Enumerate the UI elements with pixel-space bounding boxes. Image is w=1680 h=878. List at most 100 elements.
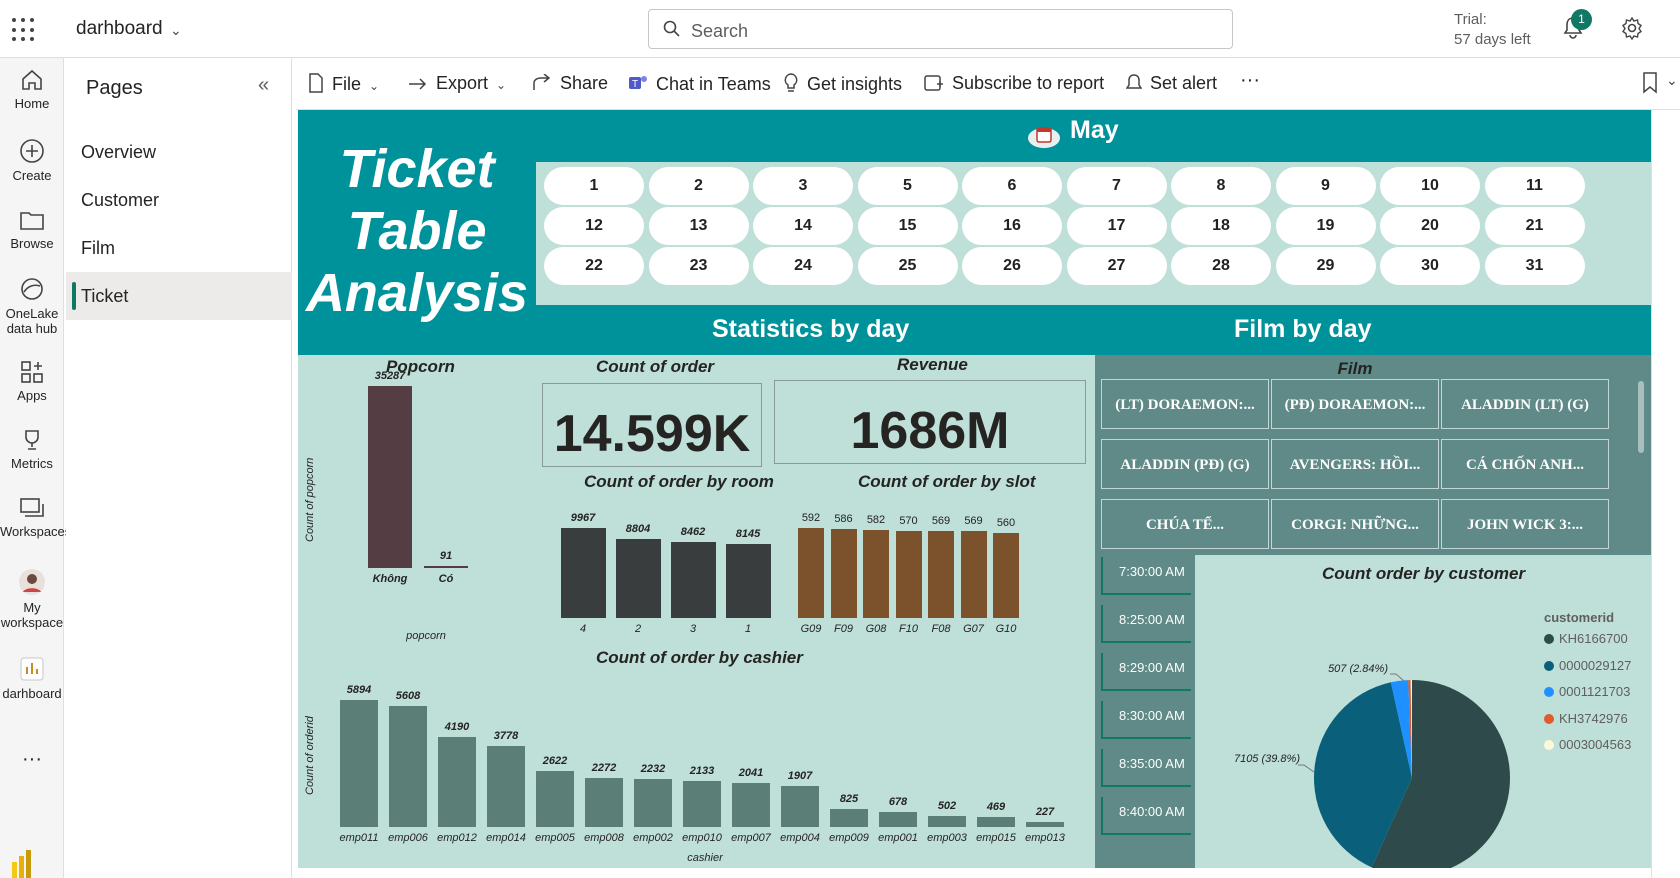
gear-icon[interactable]	[1620, 16, 1644, 40]
slot-bar[interactable]	[830, 528, 857, 618]
subscribe-button[interactable]: Subscribe to report	[924, 73, 1104, 94]
film-option[interactable]: (PĐ) DORAEMON:...	[1271, 379, 1439, 429]
legend-item[interactable]: 0003004563	[1544, 737, 1631, 752]
nav-darhboard[interactable]: darhboard	[0, 656, 64, 701]
day-8[interactable]: 8	[1171, 167, 1271, 205]
legend-item[interactable]: 0001121703	[1544, 684, 1630, 699]
export-menu[interactable]: Export ⌄	[408, 73, 506, 94]
legend-item[interactable]: KH3742976	[1544, 711, 1628, 726]
day-1[interactable]: 1	[544, 167, 644, 205]
day-15[interactable]: 15	[857, 207, 958, 245]
app-launcher-icon[interactable]	[12, 18, 36, 42]
film-option[interactable]: JOHN WICK 3:...	[1441, 499, 1609, 549]
day-22[interactable]: 22	[544, 247, 644, 285]
popcorn-bar[interactable]	[368, 386, 412, 568]
cashier-bar[interactable]	[634, 778, 672, 827]
room-bar[interactable]	[670, 541, 716, 618]
day-27[interactable]: 27	[1066, 247, 1167, 285]
room-bar[interactable]	[560, 528, 606, 618]
film-option[interactable]: CHÚA TỂ...	[1101, 499, 1269, 549]
chevron-down-icon[interactable]: ⌄	[1666, 72, 1678, 89]
film-option[interactable]: CÁ CHỐN ANH...	[1441, 439, 1609, 489]
day-2[interactable]: 2	[648, 167, 749, 205]
nav-browse[interactable]: Browse	[0, 208, 64, 251]
legend-item[interactable]: KH6166700	[1544, 631, 1628, 646]
more-icon[interactable]: ···	[0, 748, 64, 771]
day-23[interactable]: 23	[648, 247, 749, 285]
film-slicer-scrollbar[interactable]	[1638, 381, 1644, 453]
day-6[interactable]: 6	[962, 167, 1062, 205]
search-input[interactable]: Search	[648, 9, 1233, 49]
cashier-bar[interactable]	[487, 745, 525, 827]
day-16[interactable]: 16	[962, 207, 1062, 245]
legend-item[interactable]: 0000029127	[1544, 658, 1631, 673]
cashier-bar[interactable]	[977, 816, 1015, 827]
slot-bar[interactable]	[863, 529, 889, 618]
set-alert-button[interactable]: Set alert	[1125, 73, 1217, 94]
day-12[interactable]: 12	[544, 207, 644, 245]
cashier-bar[interactable]	[781, 785, 819, 827]
time-option[interactable]: 7:30:00 AM	[1101, 557, 1191, 595]
page-customer[interactable]: Customer	[66, 176, 292, 224]
day-25[interactable]: 25	[857, 247, 958, 285]
room-bar[interactable]	[615, 538, 661, 618]
slot-bar[interactable]	[928, 531, 954, 618]
cashier-bar[interactable]	[389, 706, 427, 827]
cashier-bar[interactable]	[585, 778, 623, 827]
film-option[interactable]: CORGI: NHỮNG...	[1271, 499, 1439, 549]
film-option[interactable]: ALADDIN (LT) (G)	[1441, 379, 1609, 429]
time-option[interactable]: 8:25:00 AM	[1101, 605, 1191, 643]
cashier-bar[interactable]	[683, 781, 721, 827]
day-18[interactable]: 18	[1171, 207, 1271, 245]
day-17[interactable]: 17	[1066, 207, 1167, 245]
slot-bar[interactable]	[960, 531, 987, 618]
day-5[interactable]: 5	[857, 167, 958, 205]
page-film[interactable]: Film	[66, 224, 292, 272]
day-9[interactable]: 9	[1275, 167, 1376, 205]
day-20[interactable]: 20	[1380, 207, 1480, 245]
day-13[interactable]: 13	[648, 207, 749, 245]
film-option[interactable]: AVENGERS: HỒI...	[1271, 439, 1439, 489]
page-overview[interactable]: Overview	[66, 128, 292, 176]
nav-create[interactable]: Create	[0, 138, 64, 183]
nav-onelake[interactable]: OneLake data hub	[0, 276, 64, 336]
page-ticket[interactable]: Ticket	[66, 272, 292, 320]
time-option[interactable]: 8:30:00 AM	[1101, 701, 1191, 739]
more-options-button[interactable]: ···	[1240, 69, 1260, 92]
slot-bar[interactable]	[798, 528, 824, 618]
room-bar[interactable]	[725, 544, 771, 618]
day-28[interactable]: 28	[1171, 247, 1271, 285]
chat-in-teams-button[interactable]: T Chat in Teams	[628, 73, 771, 95]
workspace-title[interactable]: darhboard	[76, 18, 163, 40]
nav-my-workspace[interactable]: My workspace	[0, 568, 64, 630]
day-21[interactable]: 21	[1484, 207, 1585, 245]
cashier-bar[interactable]	[732, 783, 770, 827]
nav-workspaces[interactable]: Workspaces	[0, 496, 71, 539]
get-insights-button[interactable]: Get insights	[783, 73, 902, 95]
day-29[interactable]: 29	[1275, 247, 1376, 285]
day-3[interactable]: 3	[753, 167, 853, 205]
cashier-bar[interactable]	[879, 812, 917, 827]
day-31[interactable]: 31	[1484, 247, 1585, 285]
time-option[interactable]: 8:29:00 AM	[1101, 653, 1191, 691]
day-14[interactable]: 14	[753, 207, 853, 245]
cashier-bar[interactable]	[928, 816, 966, 827]
cashier-bar[interactable]	[830, 809, 868, 827]
cashier-bar[interactable]	[536, 770, 574, 827]
time-option[interactable]: 8:35:00 AM	[1101, 749, 1191, 787]
nav-apps[interactable]: Apps	[0, 360, 64, 403]
collapse-icon[interactable]: «	[258, 74, 269, 97]
day-30[interactable]: 30	[1380, 247, 1480, 285]
day-26[interactable]: 26	[962, 247, 1062, 285]
day-19[interactable]: 19	[1275, 207, 1376, 245]
bookmark-icon[interactable]	[1642, 72, 1658, 94]
day-10[interactable]: 10	[1380, 167, 1480, 205]
nav-home[interactable]: Home	[0, 68, 64, 111]
file-menu[interactable]: File ⌄	[308, 73, 379, 95]
day-24[interactable]: 24	[753, 247, 853, 285]
day-7[interactable]: 7	[1066, 167, 1167, 205]
share-button[interactable]: Share	[532, 73, 608, 94]
cashier-bar[interactable]	[1026, 822, 1064, 827]
cashier-bar[interactable]	[438, 736, 476, 827]
slot-bar[interactable]	[895, 531, 922, 618]
